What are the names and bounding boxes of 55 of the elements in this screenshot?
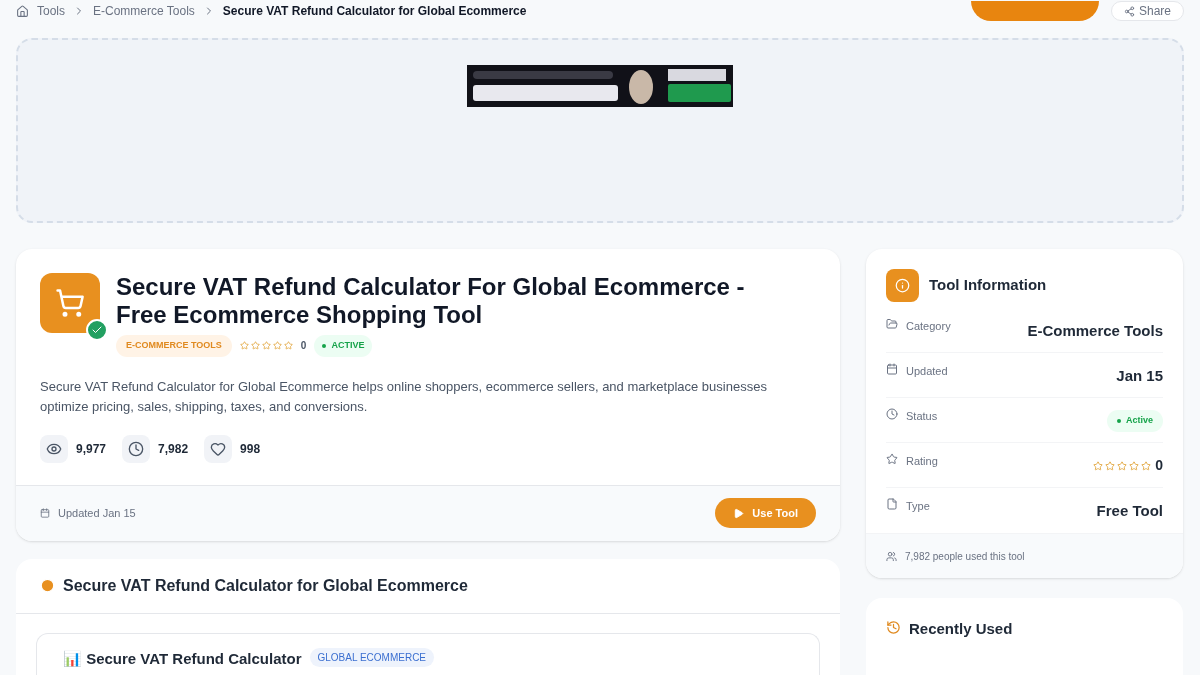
info-label: Category (906, 319, 951, 334)
breadcrumb-current: Secure VAT Refund Calculator for Global Ecommerce (222, 3, 527, 20)
calendar-icon (886, 363, 898, 375)
stat-value: 998 (240, 440, 261, 458)
star-icon (239, 341, 249, 351)
header-button[interactable] (970, 1, 1099, 21)
file-icon (886, 498, 898, 510)
heart-icon (210, 440, 227, 457)
calendar-icon (40, 508, 50, 518)
calculator-tag: GLOBAL ECOMMERCE (309, 647, 435, 667)
calculator-title: 📊 Secure VAT Refund Calculator (63, 648, 302, 669)
info-value: E-Commerce Tools (1027, 321, 1163, 341)
stat-value: 7,982 (158, 440, 189, 458)
folder-icon (886, 318, 898, 330)
usage-text: 7,982 people used this tool (905, 549, 1025, 564)
users-icon (886, 550, 897, 562)
category-tag: E-COMMERCE TOOLS (116, 335, 232, 357)
use-tool-button[interactable]: Use Tool (715, 498, 816, 528)
tool-description: Secure VAT Refund Calculator for Global Ecommerce helps online shoppers, ecommerce sellers, and marketplace businesses optimize pricing, sales, shipping, taxes, and conversions. (40, 377, 768, 416)
star-icon (1129, 460, 1140, 471)
home-icon (16, 4, 29, 18)
info-value: Free Tool (1096, 501, 1163, 521)
tool-title: Secure VAT Refund Calculator For Global Ecommerce - Free Ecommerce Shopping Tool (116, 273, 746, 329)
clock-icon (128, 440, 145, 457)
rating-count: 0 (300, 339, 307, 354)
breadcrumb-link[interactable]: Tools (37, 2, 65, 20)
info-label: Updated (906, 364, 948, 379)
status-badge: Active (1107, 410, 1163, 432)
section-title: Secure VAT Refund Calculator for Global Ecommerce (63, 575, 468, 596)
breadcrumb-link[interactable]: E-Commerce Tools (93, 2, 195, 20)
star-icon (1105, 460, 1116, 471)
info-icon (895, 278, 910, 293)
share-button[interactable]: Share (1110, 1, 1184, 21)
star-icon (261, 341, 271, 351)
clock-icon (886, 408, 898, 420)
updated-text: Updated Jan 15 (58, 505, 136, 521)
info-label: Rating (906, 454, 938, 469)
info-title: Tool Information (929, 275, 1047, 296)
star-icon (1117, 460, 1128, 471)
history-icon (886, 620, 901, 635)
star-icon (1141, 460, 1152, 471)
star-icon (250, 341, 260, 351)
stat-value: 9,977 (76, 440, 107, 458)
info-label: Status (906, 409, 938, 424)
recent-title: Recently Used (909, 619, 1013, 639)
info-value: Jan 15 (1116, 366, 1163, 386)
cart-icon (55, 288, 85, 318)
status-tag: ACTIVE (314, 335, 373, 357)
info-value: 0 (1155, 456, 1163, 475)
star-icon (272, 341, 282, 351)
star-icon (1093, 460, 1104, 471)
share-icon (1123, 5, 1135, 17)
info-label: Type (906, 499, 930, 514)
star-icon (283, 341, 293, 351)
star-icon (886, 453, 898, 465)
